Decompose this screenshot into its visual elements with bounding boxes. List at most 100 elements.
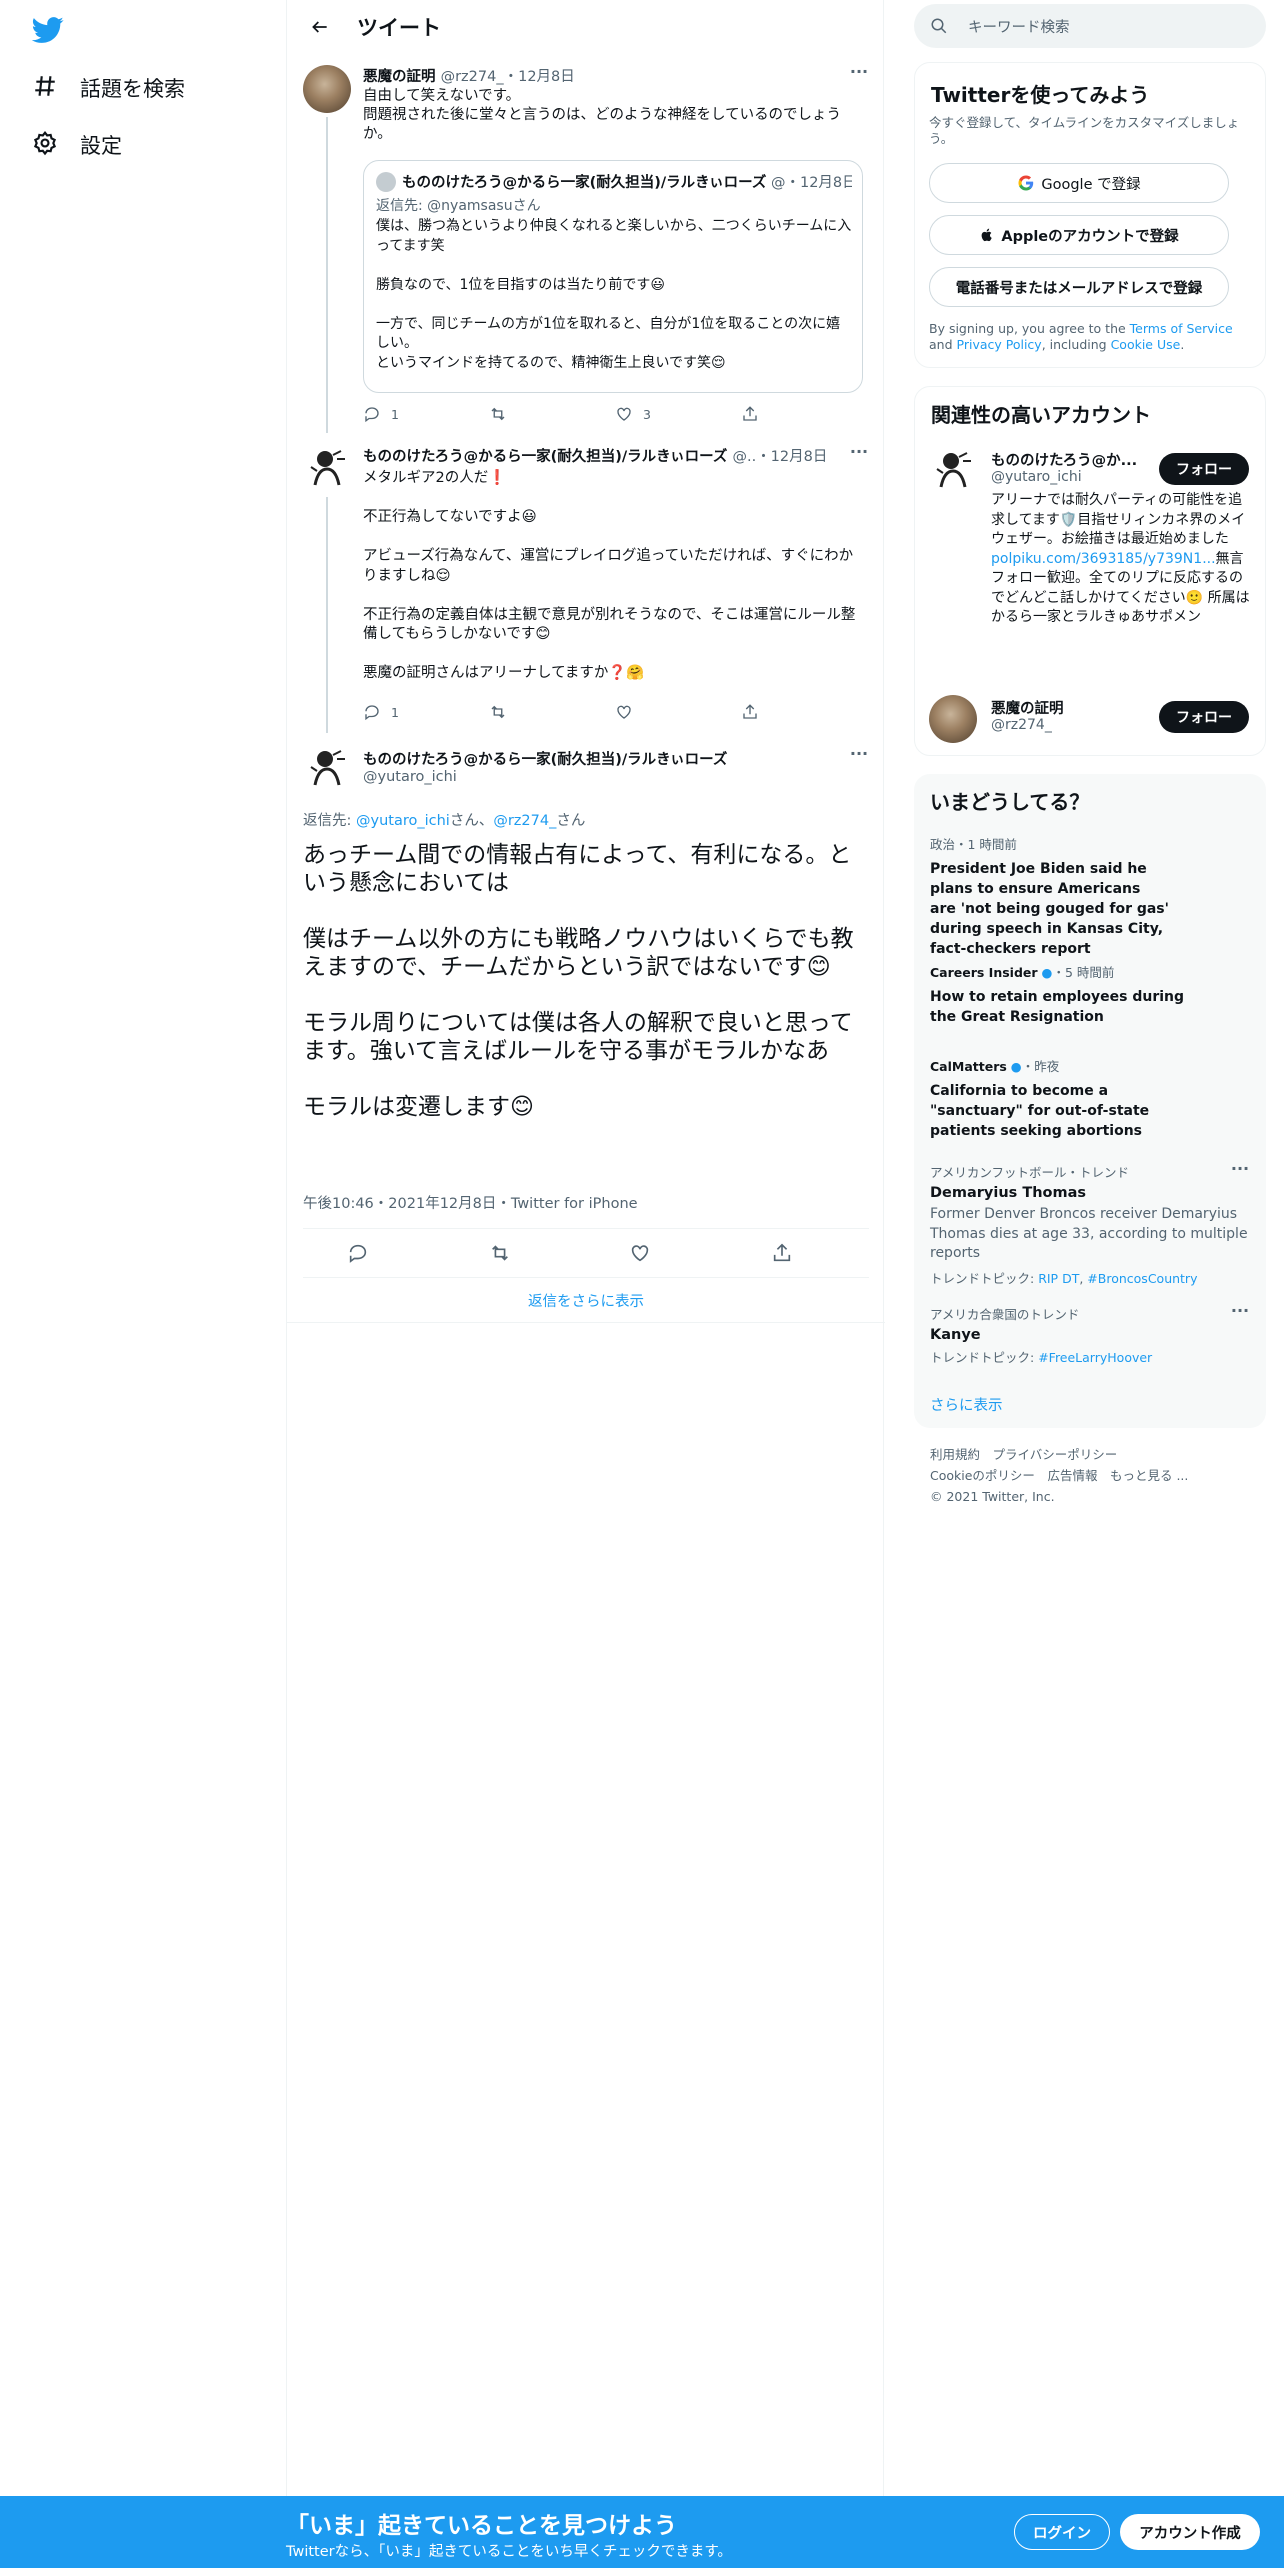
footer-link[interactable]: 利用規約 [930,1447,980,1462]
trend-topic-link[interactable]: #BroncosCountry [1087,1271,1197,1286]
tweet-paragraph: 僕はチーム以外の方にも戦略ノウハウはいくらでも教えますので、チームだからという訳… [303,926,854,980]
phone-signup-button[interactable]: 電話番号またはメールアドレスで登録 [929,267,1229,307]
tweet-timestamp[interactable]: 午後10:46・2021年12月8日・Twitter for iPhone [303,1192,638,1213]
cookie-link[interactable]: Cookie Use [1111,337,1181,352]
trend-meta: アメリカ合衆国のトレンド [930,1307,1080,1322]
twitter-logo-icon[interactable] [31,14,64,46]
google-signup-button[interactable]: Google で登録 [929,163,1229,203]
page-title: ツイート [357,15,441,40]
trend-topics-label: トレンドトピック: [930,1350,1039,1365]
main-actions [303,1228,869,1278]
retweet-button[interactable] [489,405,615,423]
search-icon [931,18,947,34]
share-button[interactable] [741,703,867,721]
tweet-paragraph: モラルは変遷します😊 [303,1094,534,1120]
avatar [376,172,396,192]
search-input[interactable]: キーワード検索 [968,16,1070,37]
reply-to: 返信先: @yutaro_ichiさん、@rz274_さん [303,809,585,830]
nav-explore[interactable]: 話題を検索 [32,68,185,108]
news-item[interactable]: Careers Insider ●・5 時間前 How to retain em… [930,962,1190,1027]
avatar[interactable] [929,447,977,495]
search-box[interactable]: キーワード検索 [914,4,1266,48]
related-account-name[interactable]: もののけたろう@か... [991,449,1141,470]
related-accounts-card: 関連性の高いアカウント もののけたろう@か... @yutaro_ichi フォ… [914,386,1266,756]
back-button[interactable] [303,10,337,44]
show-more-replies[interactable]: 返信をさらに表示 [287,1279,885,1323]
arrow-left-icon [312,20,327,33]
reply-button[interactable]: 1 [363,703,489,721]
tweet-date[interactable]: ・12月8日 [504,69,575,85]
follow-button[interactable]: フォロー [1159,453,1249,485]
footer-link[interactable]: 広告情報 [1047,1468,1097,1483]
avatar[interactable] [303,445,351,493]
author-name[interactable]: 悪魔の証明 [363,69,436,85]
hashtag-icon [32,73,80,104]
related-account-handle[interactable]: @rz274_ [991,717,1052,733]
reply-button[interactable]: 1 [363,405,489,423]
avatar[interactable] [303,65,351,113]
trend-topics: トレンドトピック: #FreeLarryHoover [930,1347,1248,1366]
nav-settings[interactable]: 設定 [32,125,122,165]
news-headline: California to become a "sanctuary" for o… [930,1083,1150,1139]
apple-signup-label: Appleのアカウントで登録 [1001,228,1179,245]
bio-text: 無 [1215,550,1230,567]
quoted-text-line [376,256,854,276]
privacy-link[interactable]: Privacy Policy [957,337,1042,352]
related-account-name[interactable]: 悪魔の証明 [991,697,1064,718]
reply-icon[interactable] [347,1242,369,1264]
quoted-tweet[interactable]: もののけたろう@かるら一家(耐久担当)/ラルきぃローズ @・12月8日 返信先:… [363,160,863,393]
tweet-text-line [363,645,863,665]
author-name[interactable]: もののけたろう@かるら一家(耐久担当)/ラルきぃローズ [363,748,833,769]
avatar[interactable] [929,695,977,743]
footer-link[interactable]: Cookieのポリシー [930,1468,1035,1483]
share-icon[interactable] [771,1242,793,1264]
retweet-button[interactable] [489,703,615,721]
login-button[interactable]: ログイン [1014,2514,1110,2550]
copyright: © 2021 Twitter, Inc. [930,1489,1055,1504]
tweet-parent-1[interactable]: 悪魔の証明 @rz274_・12月8日 ··· 自由して笑えないです。 問題視さ… [287,53,885,433]
news-item[interactable]: 政治・1 時間前 President Joe Biden said he pla… [930,834,1170,959]
retweet-icon[interactable] [489,1242,511,1264]
like-button[interactable]: 3 [615,405,741,423]
main-column: ツイート 悪魔の証明 @rz274_・12月8日 ··· 自由して笑えないです。… [286,0,885,2496]
more-icon[interactable]: ··· [849,64,869,85]
share-button[interactable] [741,405,867,423]
reply-to-user[interactable]: @rz274_ [493,813,556,829]
author-name[interactable]: もののけたろう@かるら一家(耐久担当)/ラルきぃローズ [363,449,727,465]
trend-title: Demaryius Thomas [930,1185,1087,1201]
apple-signup-button[interactable]: Appleのアカウントで登録 [929,215,1229,255]
main-tweet: もののけたろう@かるら一家(耐久担当)/ラルきぃローズ @yutaro_ichi… [287,733,885,1323]
terms-link[interactable]: Terms of Service [1130,321,1233,336]
more-icon[interactable]: ··· [849,746,869,767]
more-icon[interactable]: ··· [1230,1303,1250,1324]
more-icon[interactable]: ··· [1230,1161,1250,1182]
reply-to-user[interactable]: @yutaro_ichi [356,813,450,829]
heart-icon[interactable] [629,1242,651,1264]
footer-link[interactable]: もっと見る ... [1110,1468,1188,1483]
tweet-parent-2[interactable]: もののけたろう@かるら一家(耐久担当)/ラルきぃローズ @..・12月8日 ··… [287,433,885,733]
share-icon [743,406,757,421]
trend-description: Former Denver Broncos receiver Demaryius… [930,1206,1248,1261]
reply-icon [365,407,379,423]
trend-topic-link[interactable]: RIP DT [1038,1271,1079,1286]
tweet-date[interactable]: ・12月8日 [756,449,827,465]
author-handle[interactable]: @yutaro_ichi [363,769,457,785]
tweet-text-line: 自由して笑えないです。 [363,88,521,104]
signup-button[interactable]: アカウント作成 [1120,2514,1260,2550]
news-item[interactable]: CalMatters ●・昨夜 California to become a "… [930,1056,1190,1141]
bio-link[interactable]: polpiku.com/3693185/y739N1... [991,551,1216,567]
footer-link[interactable]: プライバシーポリシー [993,1447,1118,1462]
show-more-trends[interactable]: さらに表示 [930,1394,1003,1415]
heart-icon [617,407,631,421]
trend-topic-link[interactable]: #FreeLarryHoover [1038,1350,1152,1365]
more-icon[interactable]: ··· [849,444,869,465]
like-button[interactable] [615,703,741,721]
avatar[interactable] [303,745,351,793]
author-handle[interactable]: @.. [732,449,756,465]
follow-button[interactable]: フォロー [1159,701,1249,733]
trend-item[interactable]: アメリカ合衆国のトレンド Kanye トレンドトピック: #FreeLarryH… [930,1304,1248,1366]
related-account-handle[interactable]: @yutaro_ichi [991,469,1082,485]
trend-item[interactable]: アメリカンフットボール・トレンド Demaryius Thomas Former… [930,1162,1248,1287]
author-handle[interactable]: @rz274_ [441,69,504,85]
heart-icon [617,705,631,719]
